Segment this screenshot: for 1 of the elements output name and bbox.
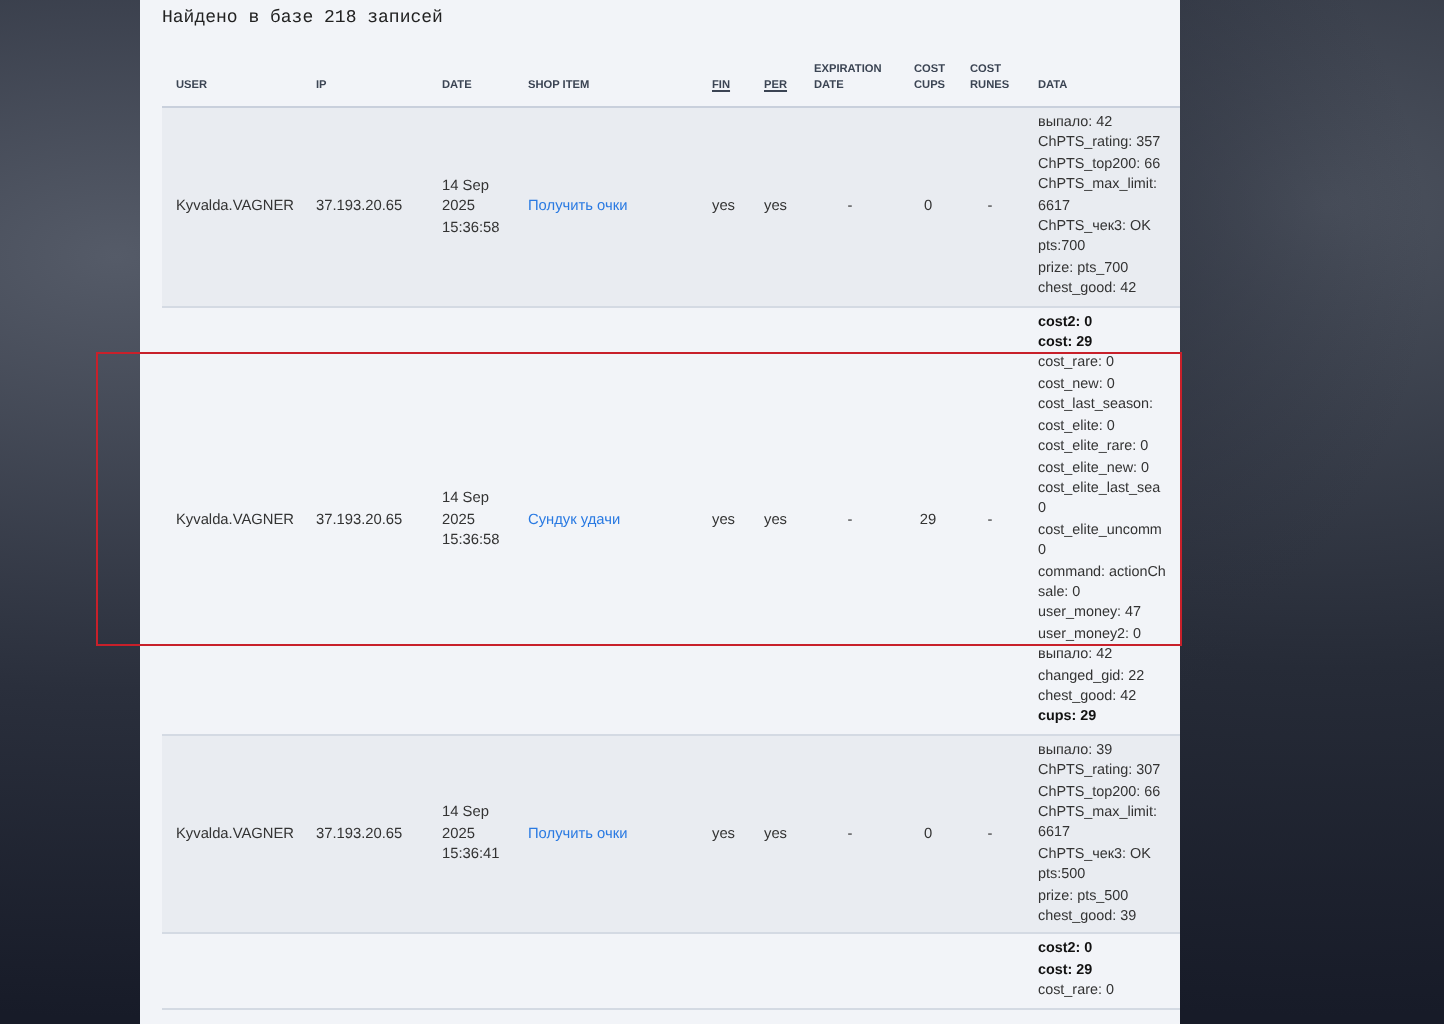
records-count-title: Найдено в базе 218 записей <box>162 6 445 32</box>
